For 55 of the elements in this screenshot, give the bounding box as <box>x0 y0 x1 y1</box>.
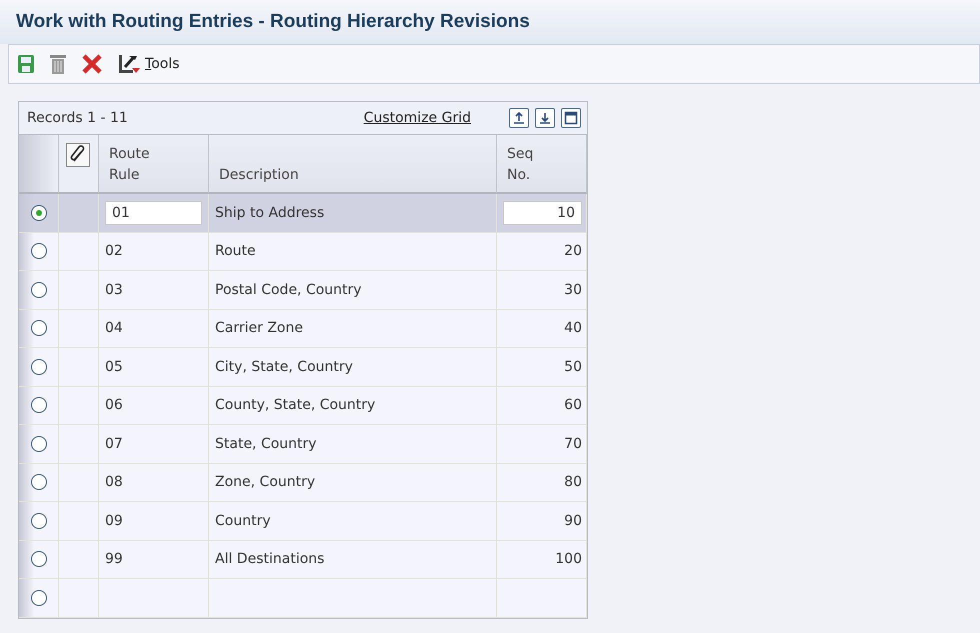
trash-icon[interactable] <box>49 53 67 75</box>
row-radio[interactable] <box>30 474 46 490</box>
column-header[interactable]: Route Rule <box>99 135 209 194</box>
row-radio[interactable] <box>30 320 46 336</box>
seq-cell: 20 <box>497 232 587 271</box>
seq-cell: 70 <box>497 425 587 464</box>
customize-grid-link[interactable]: Customize Grid <box>364 110 471 126</box>
column-header[interactable]: Seq No. <box>497 135 587 194</box>
description-cell: County, State, Country <box>209 386 497 425</box>
description-cell: Route <box>209 232 497 271</box>
route-rule-cell: 04 <box>99 310 209 348</box>
description-cell: Postal Code, Country <box>209 271 497 310</box>
route-rule-cell: 08 <box>99 464 209 502</box>
description-cell: State, Country <box>209 425 497 464</box>
maximize-icon[interactable] <box>561 108 581 128</box>
route-rule-cell: 99 <box>99 540 209 579</box>
seq-cell: 30 <box>497 271 587 310</box>
export-icon[interactable] <box>509 108 529 128</box>
description-cell: Zone, Country <box>209 464 497 502</box>
seq-cell: 50 <box>497 348 587 386</box>
seq-cell: 100 <box>497 540 587 579</box>
route-rule-cell: 02 <box>99 232 209 271</box>
row-radio[interactable] <box>30 243 46 260</box>
row-radio[interactable] <box>30 204 46 221</box>
seq-cell: 80 <box>497 464 587 502</box>
attachment-icon[interactable] <box>66 143 90 167</box>
close-icon[interactable] <box>81 53 103 75</box>
column-header[interactable]: Description <box>209 135 497 194</box>
route-rule-cell: 07 <box>99 425 209 464</box>
seq-field[interactable]: 10 <box>503 200 582 225</box>
route-rule-cell: 05 <box>99 348 209 386</box>
seq-cell: 40 <box>497 310 587 348</box>
row-radio[interactable] <box>30 397 46 414</box>
description-cell: All Destinations <box>209 540 497 579</box>
description-cell: Country <box>209 502 497 540</box>
row-radio[interactable] <box>30 436 46 452</box>
row-radio[interactable] <box>30 512 46 529</box>
tools-button[interactable]: Tools <box>117 53 180 75</box>
window-title: Work with Routing Entries - Routing Hierarchy Revisions <box>16 11 530 33</box>
route-rule-cell: 09 <box>99 502 209 540</box>
row-radio[interactable] <box>30 358 46 375</box>
save-icon[interactable] <box>17 54 35 74</box>
route-rule-field[interactable]: 01 <box>105 200 202 225</box>
route-rule-cell: 06 <box>99 386 209 425</box>
description-cell: City, State, Country <box>209 348 497 386</box>
route-rule-cell: 03 <box>99 271 209 310</box>
row-radio[interactable] <box>30 282 46 298</box>
row-radio[interactable] <box>30 590 46 606</box>
seq-cell: 90 <box>497 502 587 540</box>
import-icon[interactable] <box>535 108 555 128</box>
description-cell: Carrier Zone <box>209 310 497 348</box>
row-radio[interactable] <box>30 551 46 568</box>
description-cell: Ship to Address <box>209 194 497 232</box>
records-label: Records 1 - 11 <box>27 110 129 126</box>
seq-cell: 60 <box>497 386 587 425</box>
